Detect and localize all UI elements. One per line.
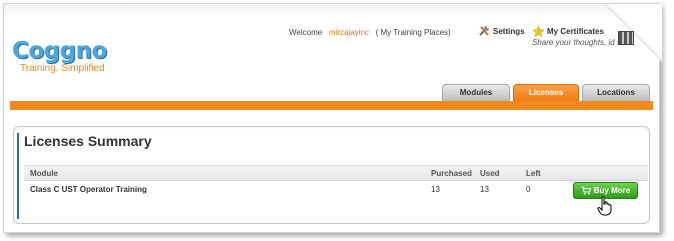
my-certificates-label: My Certificates (547, 27, 604, 36)
settings-link[interactable]: Settings (478, 25, 525, 37)
column-header-purchased: Purchased (431, 169, 472, 178)
tab-underline-bar (10, 101, 653, 110)
cell-used: 13 (480, 185, 489, 194)
share-feedback-link[interactable]: Share your thoughts, id s (532, 38, 621, 47)
username-link[interactable]: mirzajayinc (329, 28, 369, 37)
cell-module: Class C UST Operator Training (30, 185, 147, 194)
column-header-used: Used (480, 169, 500, 178)
table-header (24, 165, 648, 181)
my-certificates-link[interactable]: My Certificates (532, 25, 604, 38)
panel-accent (17, 133, 19, 219)
main-tabs: Modules Licenses Locations (442, 84, 650, 101)
column-header-module: Module (30, 169, 58, 178)
cart-icon (581, 186, 591, 195)
cell-purchased: 13 (431, 185, 440, 194)
settings-label: Settings (493, 26, 525, 36)
hand-cursor-icon (597, 196, 612, 216)
tab-modules[interactable]: Modules (442, 84, 510, 101)
tools-icon (479, 25, 490, 36)
share-text: Share your thoughts, id (532, 38, 615, 47)
curl-badge-icon (618, 31, 634, 45)
tab-licenses[interactable]: Licenses (513, 84, 579, 101)
welcome-bar: Welcome mirzajayinc ( My Training Places… (289, 28, 451, 37)
tab-locations[interactable]: Locations (582, 84, 650, 101)
logo-tagline: Training. Simplified (20, 63, 105, 74)
panel-title: Licenses Summary (24, 133, 152, 149)
my-training-places-link[interactable]: ( My Training Places) (376, 28, 451, 37)
buy-more-label: Buy More (593, 186, 631, 195)
welcome-label: Welcome (289, 28, 323, 37)
column-header-left: Left (526, 169, 541, 178)
logo-name: Coggno (12, 38, 107, 64)
star-icon (532, 25, 545, 37)
logo[interactable]: Coggno Training. Simplified (12, 38, 107, 74)
top-strip (4, 4, 634, 16)
cell-left: 0 (526, 185, 531, 194)
